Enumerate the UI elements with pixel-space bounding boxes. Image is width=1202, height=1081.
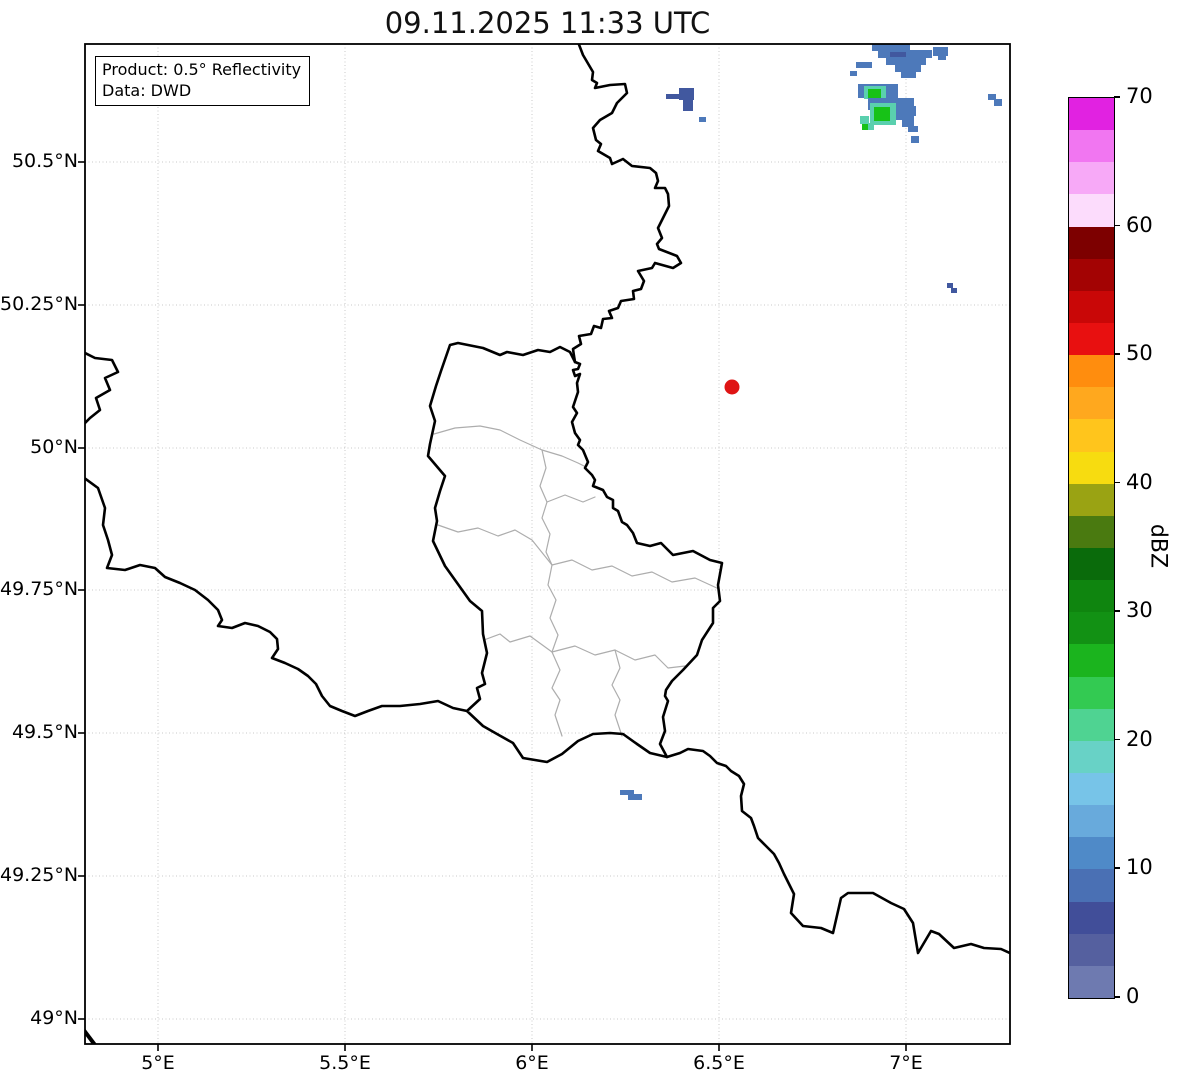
radar-echo-cell [683,100,693,111]
radar-site-marker [724,379,740,395]
colorbar-tick-label: 70 [1126,84,1153,108]
figure-title: 09.11.2025 11:33 UTC [384,6,711,40]
radar-echo-cell [951,288,957,293]
radar-echo-cell [872,44,910,51]
radar-echo-cell [994,99,1002,106]
y-tick-label: 50.25°N [0,293,79,315]
radar-echo-cell [895,64,921,72]
colorbar-segment [1069,226,1114,259]
colorbar-segment [1069,740,1114,774]
map-area: Product: 0.5° Reflectivity Data: DWD [78,43,1011,1051]
colorbar-tick-mark [1114,738,1120,741]
radar-echo-cell [679,88,694,100]
colorbar-tick-mark [1114,481,1120,484]
y-tick-label: 49°N [30,1007,78,1029]
colorbar-segment [1069,194,1114,227]
radar-figure: 09.11.2025 11:33 UTC Product: 0.5° Refle… [0,0,1202,1081]
radar-echo-cell [908,126,918,132]
radar-echo-cell [896,106,916,116]
radar-echoes [620,44,1002,800]
colorbar-segment [1069,98,1114,131]
colorbar-segment [1069,805,1114,838]
radar-echo-cell [850,71,857,76]
data-source-line: Data: DWD [102,81,192,100]
border-france-belgium [85,351,469,718]
colorbar-segment [1069,837,1114,870]
radar-echo-cell [933,47,948,56]
colorbar-segment [1069,580,1114,613]
colorbar-segment [1069,419,1114,452]
radar-echo-cell [699,117,706,122]
colorbar-tick-mark [1114,96,1120,98]
colorbar-tick-label: 60 [1126,212,1153,237]
colorbar-segment [1069,323,1114,356]
y-tick-label: 49.75°N [0,578,79,600]
colorbar-segment [1069,548,1114,581]
colorbar-segment [1069,290,1114,324]
colorbar-segment [1069,130,1114,163]
colorbar-segment [1069,162,1114,195]
colorbar-segment [1069,612,1114,645]
colorbar-tick-mark [1114,867,1120,870]
x-tick-label: 7°E [889,1052,923,1074]
colorbar-tick-label: 40 [1126,469,1153,494]
border-luxembourg [426,341,724,764]
y-tick-label: 49.5°N [11,721,78,743]
colorbar-segment [1069,644,1114,677]
colorbar-tick-label: 50 [1126,341,1153,366]
colorbar [1068,97,1115,999]
border-belgium-germany [571,44,683,364]
radar-echo-cell [628,794,642,800]
colorbar-tick-label: 30 [1126,598,1153,623]
radar-echo-cell [947,283,953,288]
colorbar-segment [1069,676,1114,709]
colorbar-segment [1069,387,1114,420]
colorbar-segment [1069,965,1114,998]
y-tick-label: 50.5°N [11,150,78,172]
y-tick-label: 49.25°N [0,864,79,886]
colorbar-tick-mark [1114,610,1120,612]
radar-echo-cell [868,89,881,98]
colorbar-tick-label: 20 [1126,726,1153,751]
map-canvas [78,43,1011,1051]
colorbar-axis-label: dBZ [1145,523,1171,569]
colorbar-tick-mark [1114,996,1120,998]
radar-echo-cell [856,62,872,68]
colorbar-segment [1069,258,1114,291]
x-tick-label: 5°E [141,1052,175,1074]
radar-echo-cell [911,136,919,143]
x-tick-label: 6°E [515,1052,549,1074]
colorbar-segment [1069,773,1114,806]
product-line: Product: 0.5° Reflectivity [102,60,302,79]
colorbar-segment [1069,483,1114,516]
radar-echo-cell [901,71,916,78]
colorbar-tick-label: 0 [1126,984,1140,1008]
radar-echo-cell [886,57,926,65]
colorbar-tick-label: 10 [1126,855,1153,880]
colorbar-segment [1069,933,1114,966]
country-borders [85,44,1010,1044]
radar-echo-cell [902,120,914,127]
x-tick-label: 6.5°E [693,1052,745,1074]
colorbar-tick-mark [1114,224,1120,227]
product-info-box: Product: 0.5° Reflectivity Data: DWD [95,56,311,106]
x-tick-label: 5.5°E [319,1052,371,1074]
radar-echo-cell [938,55,946,60]
colorbar-segment [1069,869,1114,902]
axis-ticks [78,161,907,1051]
y-tick-label: 50°N [30,436,78,458]
radar-echo-cell [862,124,868,130]
colorbar-tick-mark [1114,353,1120,355]
radar-echo-cell [860,116,869,124]
colorbar-segment [1069,515,1114,549]
colorbar-segment [1069,708,1114,741]
colorbar-segment [1069,901,1114,934]
radar-echo-cell [874,107,890,121]
colorbar-segment [1069,451,1114,484]
colorbar-segment [1069,355,1114,388]
